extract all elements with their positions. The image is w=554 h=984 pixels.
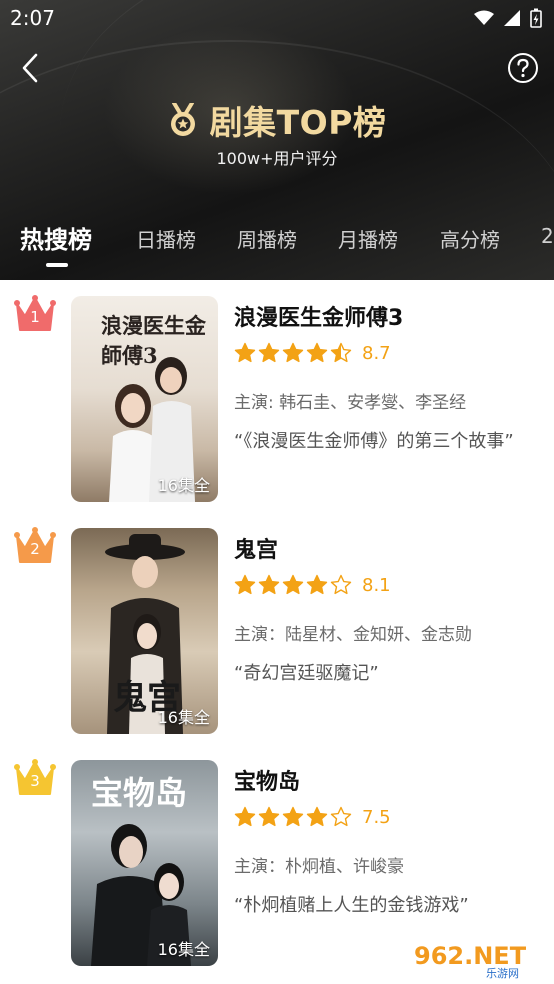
poster-title: 浪漫医生金師傅3 bbox=[101, 313, 206, 368]
rank-crown-icon: 1 bbox=[14, 294, 56, 334]
cast-text: 主演: 韩石圭、安孝燮、李圣经 bbox=[234, 393, 467, 413]
medal-icon bbox=[170, 103, 195, 136]
description-text: “奇幻宫廷驱魔记” bbox=[234, 663, 379, 684]
svg-text:乐游网: 乐游网 bbox=[486, 967, 519, 980]
star-full-icon bbox=[258, 342, 280, 363]
page-subtitle: 100w+用户评分 bbox=[216, 149, 338, 168]
star-full-icon bbox=[306, 342, 328, 363]
star-full-icon bbox=[282, 806, 304, 827]
rank-number: 2 bbox=[30, 540, 40, 558]
star-full-icon bbox=[234, 574, 256, 595]
episode-badge: 16集全 bbox=[157, 940, 210, 959]
tab-daily[interactable]: 日播榜 bbox=[136, 224, 196, 253]
page-title: 剧集TOP榜 bbox=[209, 103, 387, 142]
star-full-icon bbox=[258, 574, 280, 595]
battery-icon bbox=[530, 8, 542, 28]
cast-text: 主演：陆星材、金知妍、金志勋 bbox=[234, 625, 472, 645]
page-title-row: 剧集TOP榜 bbox=[0, 96, 554, 144]
tab-overflow[interactable]: 2 bbox=[541, 224, 554, 248]
episode-badge: 16集全 bbox=[157, 476, 210, 495]
star-empty-icon bbox=[330, 806, 352, 827]
rank-crown-icon: 2 bbox=[14, 526, 56, 566]
star-rating: 8.7 bbox=[234, 342, 391, 364]
star-full-icon bbox=[306, 574, 328, 595]
episode-badge: 16集全 bbox=[157, 708, 210, 727]
drama-title[interactable]: 宝物岛 bbox=[234, 764, 300, 796]
poster-image[interactable]: 浪漫医生金師傅3 16集全 bbox=[71, 296, 218, 502]
star-full-icon bbox=[282, 342, 304, 363]
active-tab-indicator bbox=[46, 263, 68, 267]
rank-crown-icon: 3 bbox=[14, 758, 56, 798]
star-rating: 7.5 bbox=[234, 806, 391, 828]
watermark-logo: 962.NET 乐游网 bbox=[408, 938, 548, 980]
help-icon[interactable] bbox=[507, 52, 539, 84]
tab-weekly[interactable]: 周播榜 bbox=[237, 224, 297, 253]
poster-title: 宝物岛 bbox=[91, 774, 188, 812]
star-full-icon bbox=[234, 806, 256, 827]
drama-title[interactable]: 鬼宫 bbox=[234, 532, 278, 564]
star-full-icon bbox=[306, 806, 328, 827]
status-time: 2:07 bbox=[10, 6, 55, 30]
star-full-icon bbox=[258, 806, 280, 827]
rating-score: 8.7 bbox=[362, 342, 391, 364]
drama-title[interactable]: 浪漫医生金师傅3 bbox=[234, 300, 403, 332]
list-item[interactable]: 3 宝物岛 16集全 宝物岛 7.5 主演：朴炯植、许峻豪 “朴炯植赌上人生的金… bbox=[0, 744, 554, 966]
ranking-tabs: 热搜榜 日播榜 周播榜 月播榜 高分榜 2 bbox=[0, 218, 554, 268]
wifi-icon bbox=[474, 10, 494, 25]
description-text: “朴炯植赌上人生的金钱游戏” bbox=[234, 895, 469, 916]
rank-number: 1 bbox=[30, 308, 40, 326]
star-empty-icon bbox=[330, 574, 352, 595]
status-bar: 2:07 bbox=[0, 0, 554, 38]
list-item[interactable]: 2 鬼宫 16集全 鬼宫 8.1 主演：陆星材、金知妍、金志勋 “奇幻宫廷驱魔记… bbox=[0, 512, 554, 734]
rating-score: 7.5 bbox=[362, 806, 391, 828]
tab-monthly[interactable]: 月播榜 bbox=[338, 224, 398, 253]
star-half-icon bbox=[330, 342, 352, 363]
poster-image[interactable]: 宝物岛 16集全 bbox=[71, 760, 218, 966]
star-full-icon bbox=[282, 574, 304, 595]
star-full-icon bbox=[234, 342, 256, 363]
tab-hot-search[interactable]: 热搜榜 bbox=[20, 220, 92, 255]
svg-text:962.NET: 962.NET bbox=[414, 942, 527, 970]
poster-image[interactable]: 鬼宫 16集全 bbox=[71, 528, 218, 734]
list-item[interactable]: 1 浪漫医生金師傅3 16集全 浪漫医生金师傅3 8.7 主演: 韩石圭、安孝燮… bbox=[0, 280, 554, 502]
back-icon[interactable] bbox=[16, 50, 48, 86]
rank-number: 3 bbox=[30, 772, 40, 790]
signal-icon bbox=[504, 10, 520, 26]
description-text: “《浪漫医生金师傅》的第三个故事” bbox=[234, 431, 514, 452]
rating-score: 8.1 bbox=[362, 574, 391, 596]
star-rating: 8.1 bbox=[234, 574, 391, 596]
tab-high-score[interactable]: 高分榜 bbox=[440, 224, 500, 253]
header: 2:07 剧集TOP榜 100w+用户评分 热搜榜 日播榜 周播榜 月播榜 高分… bbox=[0, 0, 554, 280]
cast-text: 主演：朴炯植、许峻豪 bbox=[234, 857, 404, 877]
